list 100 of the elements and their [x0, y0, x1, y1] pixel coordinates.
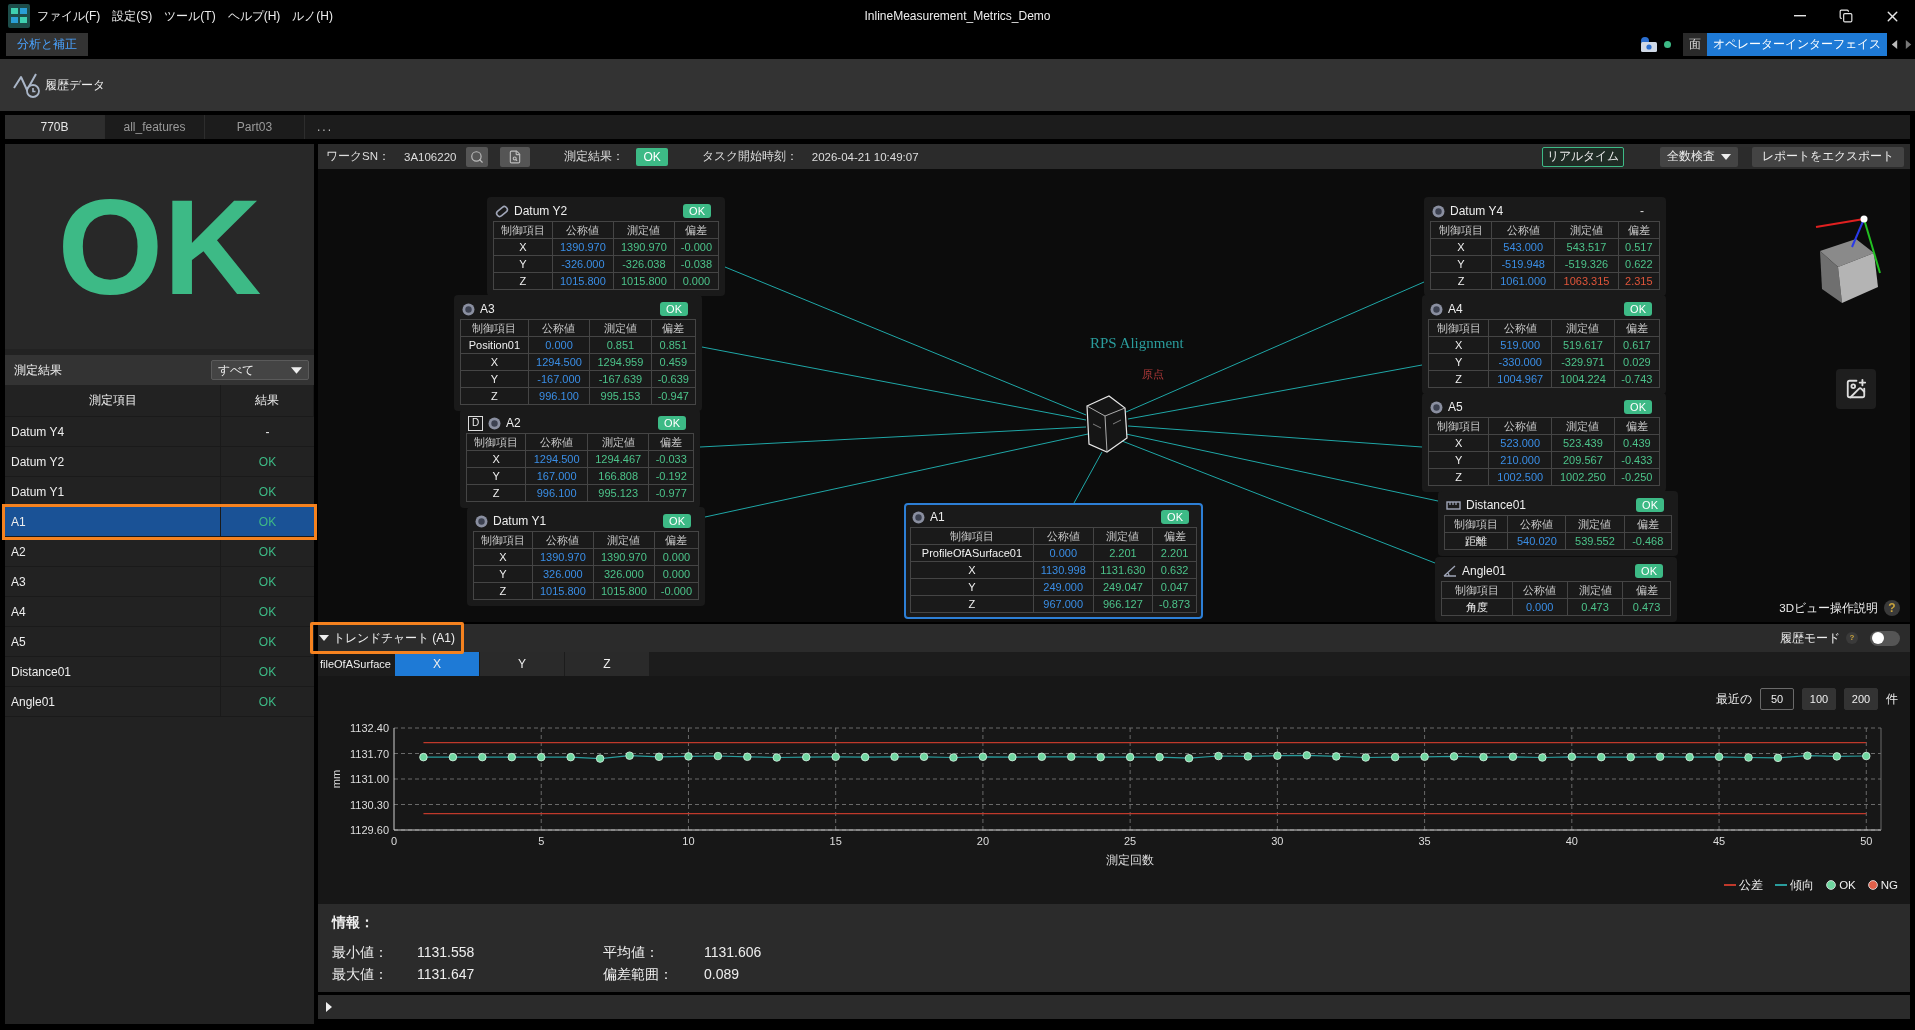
table-cell: 1294.959 — [589, 353, 652, 371]
caret-down-icon — [1721, 151, 1731, 162]
table-cell: 1002.250 — [1551, 468, 1615, 486]
table-cell: X — [1428, 434, 1489, 452]
table-cell: 523.000 — [1488, 434, 1552, 452]
table-cell: 166.808 — [587, 467, 649, 485]
menu-item[interactable]: 設定(S) — [107, 4, 158, 28]
history-data-button[interactable]: 履歴データ — [8, 67, 109, 103]
table-cell: 2.201 — [1152, 544, 1197, 562]
table-cell-text: OK — [257, 573, 278, 591]
mode-tab[interactable]: 分析と補正 — [6, 33, 88, 56]
help-button[interactable]: ? — [1846, 632, 1858, 644]
result-row[interactable]: Datum Y2 OK — [5, 447, 314, 477]
table-cell: 249.000 — [1033, 578, 1094, 596]
result-row[interactable]: A3 OK — [5, 567, 314, 597]
axis-tab[interactable]: Z — [564, 652, 650, 676]
result-label: 測定結果： — [564, 149, 625, 164]
mode-tab[interactable]: オペレーターインターフェイス — [1707, 33, 1887, 56]
feature-panel[interactable]: Angle01 OK 制御項目 公称値 測定値 偏差 角度 0.000 0.473 0.473 — [1435, 557, 1677, 622]
circle-feature-icon — [1430, 302, 1443, 316]
data-point — [1243, 752, 1253, 761]
help-button[interactable]: ? — [1884, 600, 1900, 616]
feature-panel[interactable]: Distance01 OK 制御項目 公称値 測定値 偏差 距離 540.020 539.552 -0.468 — [1438, 491, 1678, 556]
stat-label: 最小値： — [332, 944, 388, 962]
column-header: 公称値 — [1512, 581, 1568, 599]
menu-item[interactable]: ヘルプ(H) — [222, 4, 286, 28]
axis-tick-label: 1130.30 — [350, 798, 389, 811]
panel-title: A4 — [1448, 302, 1463, 316]
table-cell: -0.873 — [1152, 595, 1197, 613]
table-cell: Position01 — [460, 336, 529, 354]
mode-tab[interactable]: 面 — [1683, 33, 1707, 56]
column-header: 公称値 — [1488, 417, 1552, 435]
table-cell: 543.000 — [1491, 238, 1555, 256]
add-image-button[interactable] — [1836, 369, 1876, 409]
menu-item[interactable]: ルノ(H) — [287, 4, 338, 28]
table-cell: -0.947 — [651, 387, 696, 405]
result-row[interactable]: A4 OK — [5, 597, 314, 627]
axis-tick-label: 1131.70 — [350, 747, 389, 760]
data-point — [1067, 752, 1076, 761]
menu-item[interactable]: ツール(T) — [159, 4, 221, 28]
export-report-button[interactable]: レポートをエクスポート — [1752, 146, 1904, 167]
axis-tick-label: 1131.00 — [350, 773, 389, 785]
table-cell: X — [460, 353, 529, 371]
feature-panel[interactable]: A3 OK 制御項目 公称値 測定値 偏差 Position01 0.000 0.851 0.851 X 1294.500 1294.959 0.459 Y -167.000 -167.639 -0.639 Z 996.100 995.153 -0.947 — [454, 295, 702, 411]
table-cell: A5 — [5, 627, 221, 656]
feature-panel[interactable]: Datum Y2 OK 制御項目 公称値 測定値 偏差 X 1390.970 1390.970 -0.000 Y -326.000 -326.038 -0.038 Z 1015.800 1015.800 0.000 — [487, 197, 725, 296]
table-cell-text: OK — [257, 633, 278, 651]
feature-panel[interactable]: Datum Y4 - 制御項目 公称値 測定値 偏差 X 543.000 543.517 0.517 Y -519.948 -519.326 0.622 Z 1061.000 1063.315 2.315 — [1424, 197, 1666, 296]
recent-count-button[interactable]: 100 — [1802, 688, 1836, 710]
data-point — [1567, 752, 1576, 761]
feature-panel[interactable]: Datum Y1 OK 制御項目 公称値 測定値 偏差 X 1390.970 1390.970 0.000 Y 326.000 326.000 0.000 Z 1015.800 1015.800 -0.000 — [467, 507, 705, 606]
data-point — [478, 752, 487, 762]
data-point — [743, 752, 752, 761]
data-point — [1273, 751, 1282, 760]
feature-panel[interactable]: D A2 OK 制御項目 公称値 測定値 偏差 X 1294.500 1294.467 -0.033 Y 167.000 166.808 -0.192 Z 996.100 995.123 -0.977 — [460, 409, 700, 508]
table-cell: -167.639 — [589, 370, 652, 388]
data-point — [831, 752, 840, 761]
stat-value: 1131.606 — [704, 944, 762, 962]
camera-icon[interactable] — [1640, 37, 1658, 52]
legend-label: 傾向 — [1790, 877, 1815, 893]
project-tab[interactable]: Part03 — [205, 115, 305, 139]
feature-panel[interactable]: A4 OK 制御項目 公称値 測定値 偏差 X 519.000 519.617 0.617 Y -330.000 -329.971 0.029 Z 1004.967 1004.224 -0.743 — [1422, 295, 1666, 394]
menu-item[interactable]: ファイル(F) — [32, 4, 106, 28]
result-row[interactable]: A2 OK — [5, 537, 314, 567]
result-row[interactable]: Distance01 OK — [5, 657, 314, 687]
filter-dropdown[interactable]: すべて — [211, 360, 309, 380]
search-button[interactable] — [466, 146, 489, 167]
table-cell: -0.192 — [649, 467, 694, 485]
feature-panel[interactable]: A1 OK 制御項目 公称値 測定値 偏差 ProfileOfASurface01 0.000 2.201 2.201 X 1130.998 1131.630 0.632 Y 249.000 249.047 0.047 Z 967.000 966.127 -0.873 — [904, 503, 1203, 619]
trend-chart-toggle[interactable]: トレンドチャート (A1) — [310, 622, 464, 654]
history-mode-switch[interactable] — [1870, 630, 1900, 646]
column-header: 公称値 — [528, 319, 590, 337]
recent-count-button[interactable]: 200 — [1844, 688, 1878, 710]
result-row[interactable]: A1 OK — [5, 507, 314, 537]
table-cell: ProfileOfASurface01 — [910, 544, 1034, 562]
result-row[interactable]: Datum Y4 - — [5, 417, 314, 447]
axis-tick-label: 5 — [538, 835, 545, 847]
recent-count-button[interactable]: 50 — [1760, 688, 1794, 710]
result-row[interactable]: A5 OK — [5, 627, 314, 657]
table-cell: 0.029 — [1614, 353, 1660, 371]
table-cell: -0.250 — [1614, 468, 1660, 486]
project-tab[interactable]: all_features — [105, 115, 205, 139]
history-mode-label: 履歴モード — [1780, 630, 1840, 646]
result-row[interactable]: Angle01 OK — [5, 687, 314, 717]
feature-panel[interactable]: A5 OK 制御項目 公称値 測定値 偏差 X 523.000 523.439 0.439 Y 210.000 209.567 -0.433 Z 1002.500 1002.250 -0.250 — [1422, 393, 1666, 492]
axis-tab[interactable]: Y — [479, 652, 565, 676]
inspection-dropdown[interactable]: 全数検査 — [1660, 146, 1738, 167]
data-point — [860, 752, 870, 762]
table-cell: 0.851 — [651, 336, 696, 354]
data-point — [1508, 752, 1518, 761]
report-button[interactable] — [500, 146, 531, 167]
column-header: 測定値 — [587, 433, 649, 451]
expand-panel-button[interactable] — [324, 1002, 334, 1012]
more-tabs-button[interactable]: ... — [305, 115, 345, 139]
axis-tick-label: 30 — [1271, 835, 1284, 847]
table-cell: Z — [1428, 370, 1489, 388]
realtime-button[interactable]: リアルタイム — [1542, 146, 1624, 167]
panel-title: Datum Y2 — [514, 204, 568, 218]
project-tab[interactable]: 770B — [5, 115, 105, 139]
axis-tab[interactable]: X — [394, 652, 480, 676]
